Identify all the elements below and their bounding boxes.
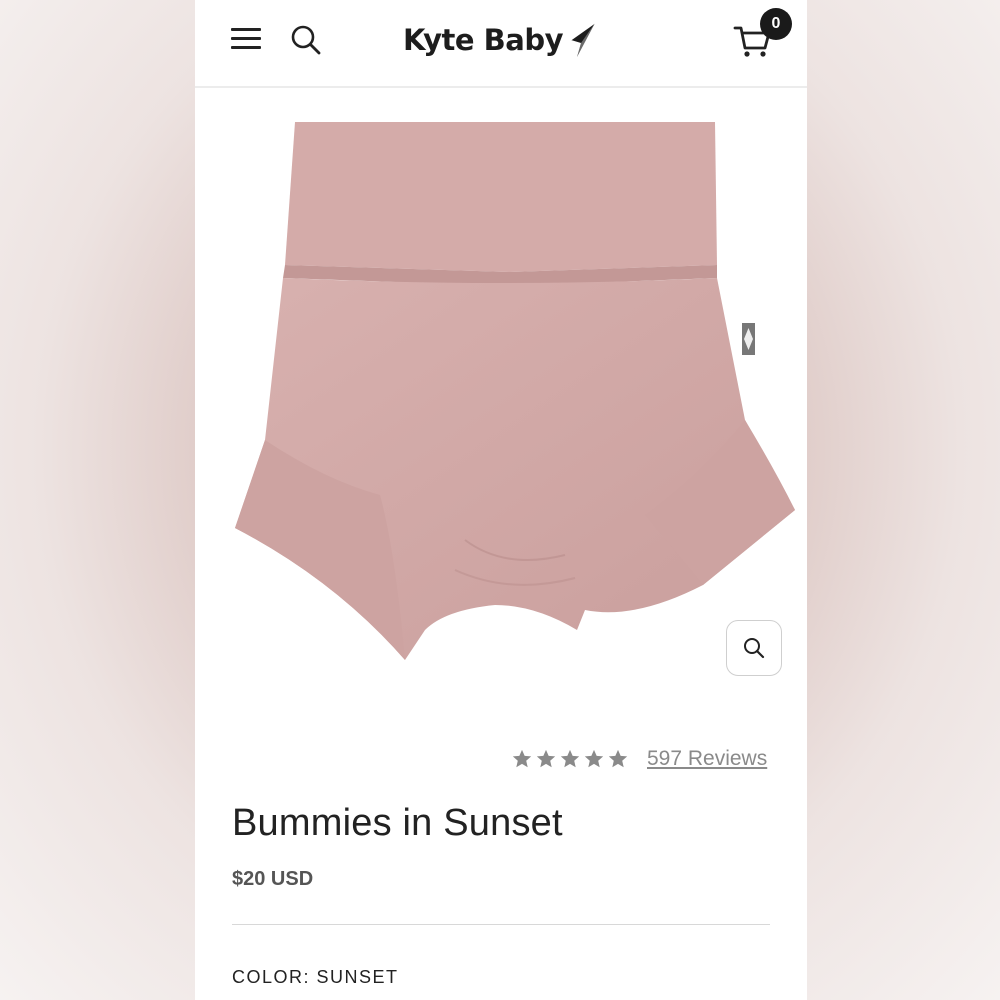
color-selector-label: COLOR: SUNSET [232,967,399,988]
star-icon [512,749,532,768]
star-icon [584,749,604,768]
color-label: COLOR: [232,967,311,987]
rating-row: 597 Reviews [511,745,767,773]
product-price: $20 USD [232,868,314,890]
star-icon [536,749,556,768]
color-value: SUNSET [316,967,399,987]
star-icon [560,749,580,768]
hamburger-menu-icon[interactable] [231,28,261,50]
reviews-link[interactable]: 597 Reviews [647,747,767,771]
site-header: Kyte Baby 0 [195,0,807,88]
magnifier-zoom-icon [744,638,765,659]
zoom-button[interactable] [726,620,782,676]
kite-logo-icon [570,22,596,57]
star-icon [608,749,628,768]
product-image[interactable] [205,100,797,690]
product-title: Bummies in Sunset [232,802,563,844]
product-page: Kyte Baby 0 597 Reviews Bummies in Sunse… [195,0,807,1000]
brand-name: Kyte Baby [403,23,563,57]
divider [232,924,770,925]
search-icon[interactable] [289,23,323,57]
cart-count-badge: 0 [760,8,792,40]
brand-logo[interactable]: Kyte Baby [403,20,597,60]
